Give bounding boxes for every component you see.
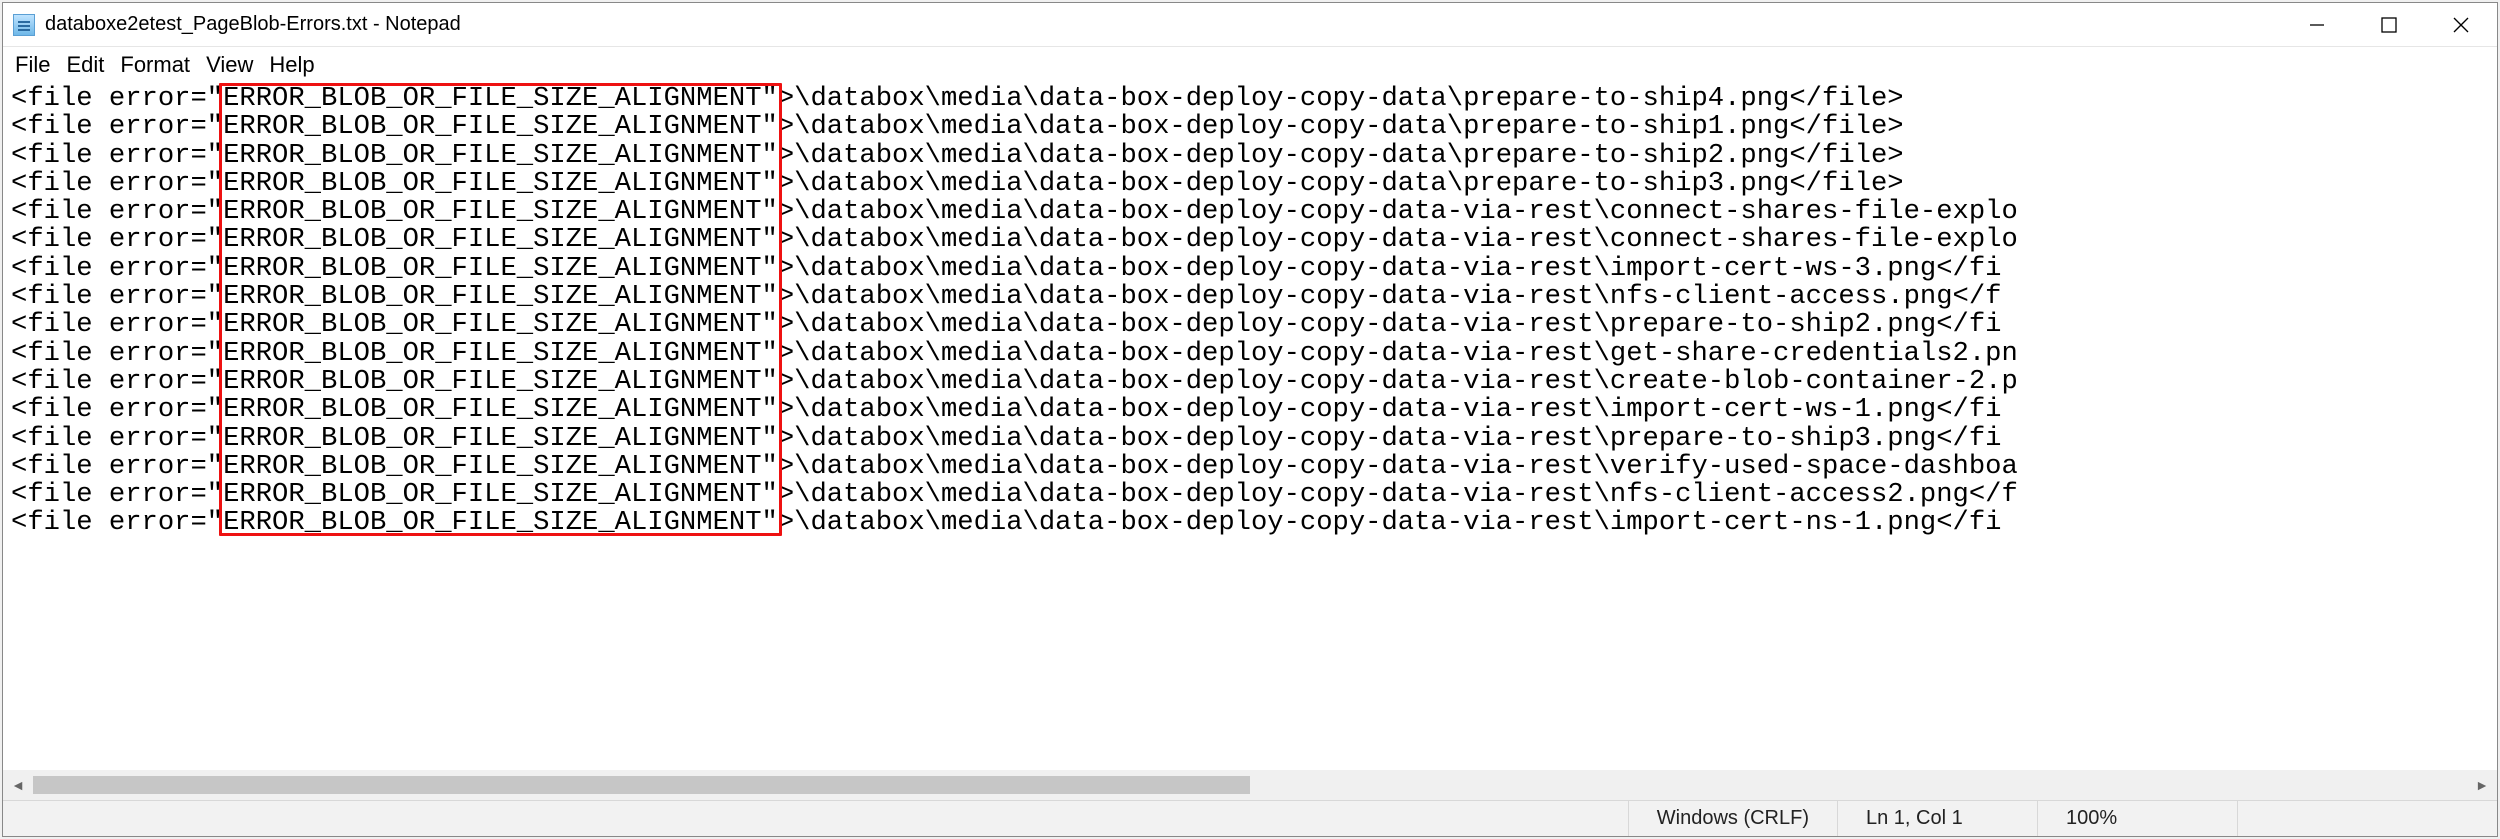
maximize-button[interactable]	[2353, 3, 2425, 46]
menu-view[interactable]: View	[200, 50, 259, 80]
text-line: <file error="ERROR_BLOB_OR_FILE_SIZE_ALI…	[11, 453, 2497, 481]
text-line: <file error="ERROR_BLOB_OR_FILE_SIZE_ALI…	[11, 425, 2497, 453]
line-prefix: <file error="	[11, 394, 223, 425]
line-path: >\databox\media\data-box-deploy-copy-dat…	[778, 507, 2002, 538]
close-icon	[2452, 16, 2470, 34]
line-prefix: <file error="	[11, 451, 223, 482]
line-path: >\databox\media\data-box-deploy-copy-dat…	[778, 366, 2018, 397]
line-prefix: <file error="	[11, 338, 223, 369]
scroll-track[interactable]	[33, 776, 2467, 794]
statusbar: Windows (CRLF) Ln 1, Col 1 100%	[3, 800, 2497, 836]
line-path: >\databox\media\data-box-deploy-copy-dat…	[778, 479, 2018, 510]
text-line: <file error="ERROR_BLOB_OR_FILE_SIZE_ALI…	[11, 311, 2497, 339]
error-code: ERROR_BLOB_OR_FILE_SIZE_ALIGNMENT"	[223, 283, 778, 311]
menu-format[interactable]: Format	[114, 50, 196, 80]
text-editor[interactable]: <file error="ERROR_BLOB_OR_FILE_SIZE_ALI…	[3, 83, 2497, 770]
titlebar[interactable]: databoxe2etest_PageBlob-Errors.txt - Not…	[3, 3, 2497, 47]
error-code: ERROR_BLOB_OR_FILE_SIZE_ALIGNMENT"	[223, 453, 778, 481]
scroll-right-arrow-icon[interactable]: ►	[2467, 770, 2497, 800]
menu-file[interactable]: File	[9, 50, 56, 80]
line-path: >\databox\media\data-box-deploy-copy-dat…	[778, 83, 1904, 114]
line-path: >\databox\media\data-box-deploy-copy-dat…	[778, 111, 1904, 142]
text-line: <file error="ERROR_BLOB_OR_FILE_SIZE_ALI…	[11, 368, 2497, 396]
text-line: <file error="ERROR_BLOB_OR_FILE_SIZE_ALI…	[11, 226, 2497, 254]
window-title: databoxe2etest_PageBlob-Errors.txt - Not…	[45, 13, 461, 36]
line-prefix: <file error="	[11, 83, 223, 114]
minimize-button[interactable]	[2281, 3, 2353, 46]
text-line: <file error="ERROR_BLOB_OR_FILE_SIZE_ALI…	[11, 509, 2497, 537]
menu-help[interactable]: Help	[263, 50, 320, 80]
close-button[interactable]	[2425, 3, 2497, 46]
error-code: ERROR_BLOB_OR_FILE_SIZE_ALIGNMENT"	[223, 396, 778, 424]
text-line: <file error="ERROR_BLOB_OR_FILE_SIZE_ALI…	[11, 142, 2497, 170]
line-prefix: <file error="	[11, 224, 223, 255]
scroll-thumb[interactable]	[33, 776, 1250, 794]
line-path: >\databox\media\data-box-deploy-copy-dat…	[778, 451, 2018, 482]
line-prefix: <file error="	[11, 281, 223, 312]
line-prefix: <file error="	[11, 309, 223, 340]
window-controls	[2281, 3, 2497, 46]
error-code: ERROR_BLOB_OR_FILE_SIZE_ALIGNMENT"	[223, 509, 778, 537]
line-prefix: <file error="	[11, 111, 223, 142]
line-prefix: <file error="	[11, 168, 223, 199]
text-line: <file error="ERROR_BLOB_OR_FILE_SIZE_ALI…	[11, 198, 2497, 226]
text-line: <file error="ERROR_BLOB_OR_FILE_SIZE_ALI…	[11, 283, 2497, 311]
line-path: >\databox\media\data-box-deploy-copy-dat…	[778, 281, 2002, 312]
notepad-icon	[13, 14, 35, 36]
text-line: <file error="ERROR_BLOB_OR_FILE_SIZE_ALI…	[11, 255, 2497, 283]
line-path: >\databox\media\data-box-deploy-copy-dat…	[778, 224, 2018, 255]
status-position: Ln 1, Col 1	[1837, 801, 2037, 836]
line-prefix: <file error="	[11, 140, 223, 171]
menu-edit[interactable]: Edit	[60, 50, 110, 80]
error-code: ERROR_BLOB_OR_FILE_SIZE_ALIGNMENT"	[223, 142, 778, 170]
line-prefix: <file error="	[11, 366, 223, 397]
minimize-icon	[2308, 16, 2326, 34]
line-prefix: <file error="	[11, 196, 223, 227]
text-line: <file error="ERROR_BLOB_OR_FILE_SIZE_ALI…	[11, 113, 2497, 141]
line-path: >\databox\media\data-box-deploy-copy-dat…	[778, 253, 2002, 284]
status-zoom: 100%	[2037, 801, 2237, 836]
line-prefix: <file error="	[11, 479, 223, 510]
line-path: >\databox\media\data-box-deploy-copy-dat…	[778, 140, 1904, 171]
error-code: ERROR_BLOB_OR_FILE_SIZE_ALIGNMENT"	[223, 255, 778, 283]
text-line: <file error="ERROR_BLOB_OR_FILE_SIZE_ALI…	[11, 396, 2497, 424]
error-code: ERROR_BLOB_OR_FILE_SIZE_ALIGNMENT"	[223, 481, 778, 509]
error-code: ERROR_BLOB_OR_FILE_SIZE_ALIGNMENT"	[223, 198, 778, 226]
error-code: ERROR_BLOB_OR_FILE_SIZE_ALIGNMENT"	[223, 368, 778, 396]
text-line: <file error="ERROR_BLOB_OR_FILE_SIZE_ALI…	[11, 170, 2497, 198]
error-code: ERROR_BLOB_OR_FILE_SIZE_ALIGNMENT"	[223, 170, 778, 198]
line-prefix: <file error="	[11, 423, 223, 454]
line-prefix: <file error="	[11, 253, 223, 284]
notepad-window: databoxe2etest_PageBlob-Errors.txt - Not…	[2, 2, 2498, 837]
status-empty	[2237, 801, 2497, 836]
text-line: <file error="ERROR_BLOB_OR_FILE_SIZE_ALI…	[11, 481, 2497, 509]
line-path: >\databox\media\data-box-deploy-copy-dat…	[778, 309, 2002, 340]
error-code: ERROR_BLOB_OR_FILE_SIZE_ALIGNMENT"	[223, 340, 778, 368]
horizontal-scrollbar[interactable]: ◄ ►	[3, 770, 2497, 800]
menubar: File Edit Format View Help	[3, 47, 2497, 83]
line-path: >\databox\media\data-box-deploy-copy-dat…	[778, 196, 2018, 227]
text-line: <file error="ERROR_BLOB_OR_FILE_SIZE_ALI…	[11, 340, 2497, 368]
line-path: >\databox\media\data-box-deploy-copy-dat…	[778, 168, 1904, 199]
error-code: ERROR_BLOB_OR_FILE_SIZE_ALIGNMENT"	[223, 311, 778, 339]
error-code: ERROR_BLOB_OR_FILE_SIZE_ALIGNMENT"	[223, 113, 778, 141]
line-path: >\databox\media\data-box-deploy-copy-dat…	[778, 338, 2018, 369]
maximize-icon	[2380, 16, 2398, 34]
error-code: ERROR_BLOB_OR_FILE_SIZE_ALIGNMENT"	[223, 226, 778, 254]
text-line: <file error="ERROR_BLOB_OR_FILE_SIZE_ALI…	[11, 85, 2497, 113]
error-code: ERROR_BLOB_OR_FILE_SIZE_ALIGNMENT"	[223, 425, 778, 453]
scroll-left-arrow-icon[interactable]: ◄	[3, 770, 33, 800]
line-path: >\databox\media\data-box-deploy-copy-dat…	[778, 423, 2002, 454]
line-path: >\databox\media\data-box-deploy-copy-dat…	[778, 394, 2002, 425]
line-prefix: <file error="	[11, 507, 223, 538]
error-code: ERROR_BLOB_OR_FILE_SIZE_ALIGNMENT"	[223, 85, 778, 113]
status-encoding: Windows (CRLF)	[1628, 801, 1837, 836]
editor-area: <file error="ERROR_BLOB_OR_FILE_SIZE_ALI…	[3, 83, 2497, 800]
